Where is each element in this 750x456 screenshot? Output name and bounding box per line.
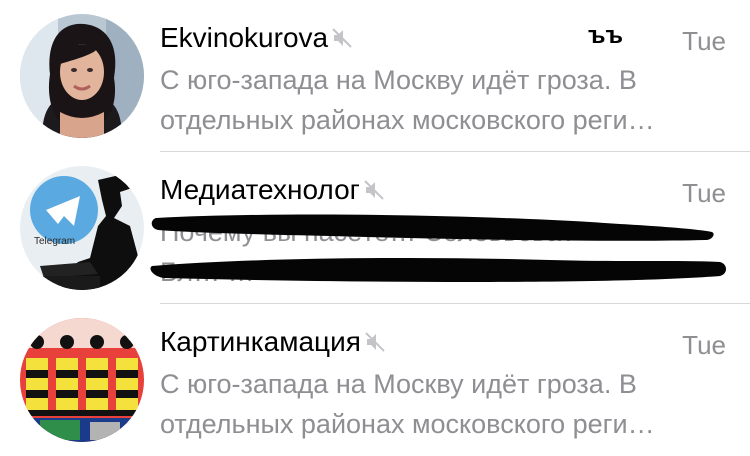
chat-name: Медиатехнолог: [160, 174, 360, 205]
muted-speaker-icon: [365, 328, 385, 360]
avatar[interactable]: [20, 318, 144, 442]
chat-name: Ekvinokurova: [160, 22, 329, 53]
avatar[interactable]: Telegram: [20, 166, 144, 290]
preview-line-2: отдельных районах московского реги…: [160, 409, 655, 439]
chat-row-mediatekhnolog[interactable]: Telegram Медиатехнолог Tue Почему вы пас…: [0, 152, 750, 304]
chat-preview: С юго-запада на Москву идёт гроза. В отд…: [160, 364, 726, 444]
redaction-scribble: [150, 214, 726, 282]
preview-line-1: С юго-запада на Москву идёт гроза. В: [160, 65, 637, 95]
muted-speaker-icon: [332, 24, 352, 56]
chat-row-ekvinokurova[interactable]: Ekvinokurova ъъ Tue С юго-запада на Моск…: [0, 0, 750, 152]
chat-preview: С юго-запада на Москву идёт гроза. В отд…: [160, 60, 726, 140]
chat-name: Картинкамация: [160, 326, 361, 357]
chat-time: Tue: [682, 330, 726, 360]
chat-title: Ekvinokurova: [160, 22, 352, 56]
art-collage-avatar-icon: [20, 318, 144, 442]
muted-speaker-icon: [364, 176, 384, 208]
preview-line-2: отдельных районах московского реги…: [160, 105, 655, 135]
chat-time: Tue: [682, 178, 726, 208]
svg-text:Telegram: Telegram: [34, 236, 75, 247]
avatar[interactable]: [20, 14, 144, 138]
preview-line-1: С юго-запада на Москву идёт гроза. В: [160, 369, 637, 399]
chat-list: Ekvinokurova ъъ Tue С юго-запада на Моск…: [0, 0, 750, 456]
chat-time: Tue: [682, 26, 726, 56]
chat-title: Картинкамация: [160, 326, 385, 360]
telegram-silhouette-avatar-icon: Telegram: [20, 166, 144, 290]
chat-title: Медиатехнолог: [160, 174, 384, 208]
overlay-mark: ъъ: [588, 22, 623, 49]
person-photo-avatar-icon: [20, 14, 144, 138]
chat-row-kartinkamatsiya[interactable]: Картинкамация Tue С юго-запада на Москву…: [0, 304, 750, 456]
